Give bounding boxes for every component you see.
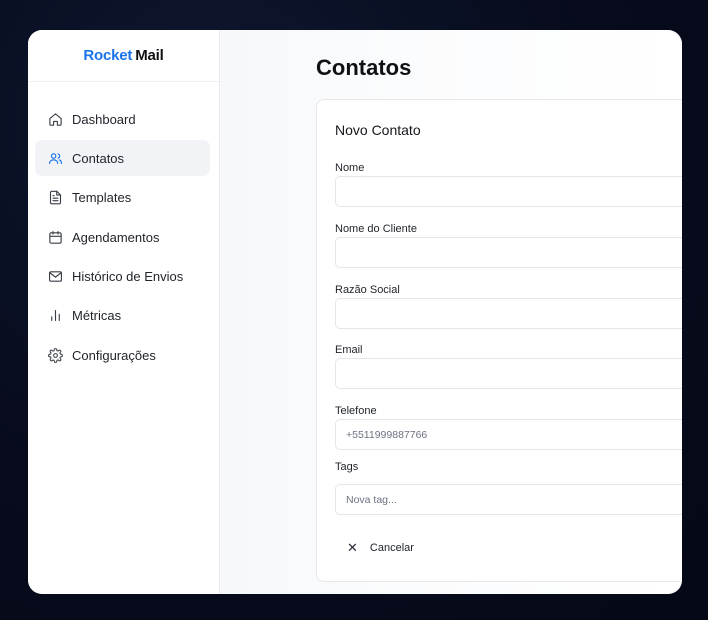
page-title: Contatos xyxy=(316,55,412,80)
sidebar-item-label: Contatos xyxy=(72,150,125,166)
cancel-label: Cancelar xyxy=(369,542,414,554)
sidebar-item-label: Histórico de Envios xyxy=(72,269,184,285)
home-icon xyxy=(47,111,63,127)
company-name-label: Razão Social xyxy=(335,284,400,296)
sidebar-item-label: Métricas xyxy=(72,308,122,324)
email-label: Email xyxy=(335,344,363,356)
sidebar-item-dashboard[interactable]: Dashboard xyxy=(35,101,210,137)
form-title: Novo Contato xyxy=(335,122,421,138)
tags-label: Tags xyxy=(335,461,359,473)
sidebar-item-contatos[interactable]: Contatos xyxy=(35,140,210,177)
users-icon xyxy=(47,150,63,166)
bar-chart-icon xyxy=(47,308,63,324)
brand-name-part2: Mail xyxy=(135,47,164,64)
name-input[interactable] xyxy=(335,176,682,207)
phone-input[interactable]: +5511999887766 xyxy=(335,419,682,450)
sidebar-item-templates[interactable]: Templates xyxy=(35,180,210,216)
sidebar-item-label: Templates xyxy=(72,190,132,206)
sidebar-item-label: Agendamentos xyxy=(72,229,160,245)
close-icon: ✕ xyxy=(347,540,358,555)
brand-logo[interactable]: Rocket Mail xyxy=(28,30,219,82)
main-content: Contatos Novo Contato Nome Nome do Clien… xyxy=(220,30,682,594)
sidebar-item-label: Dashboard xyxy=(72,111,136,127)
sidebar-item-label: Configurações xyxy=(72,347,156,363)
gear-icon xyxy=(47,347,63,363)
brand-name-part1: Rocket xyxy=(83,47,133,64)
client-name-input[interactable] xyxy=(335,237,682,268)
sidebar-item-historico[interactable]: Histórico de Envios xyxy=(35,259,210,295)
sidebar-item-configuracoes[interactable]: Configurações xyxy=(35,337,210,373)
cancel-button[interactable]: ✕ Cancelar xyxy=(335,535,414,561)
sidebar-nav: Dashboard Contatos Templates Agendamento… xyxy=(28,82,219,373)
email-field[interactable] xyxy=(335,358,682,389)
sidebar-item-metricas[interactable]: Métricas xyxy=(35,298,210,334)
file-text-icon xyxy=(47,190,63,206)
calendar-icon xyxy=(47,229,63,245)
tag-input[interactable]: Nova tag... xyxy=(335,484,682,515)
new-contact-form: Novo Contato Nome Nome do Cliente Razão … xyxy=(316,99,682,582)
company-name-input[interactable] xyxy=(335,298,682,329)
mail-icon xyxy=(47,269,63,285)
sidebar-item-agendamentos[interactable]: Agendamentos xyxy=(35,219,210,255)
app-window: Rocket Mail Dashboard Contatos Templates… xyxy=(28,30,682,594)
name-label: Nome xyxy=(335,162,365,174)
phone-label: Telefone xyxy=(335,405,377,417)
sidebar: Rocket Mail Dashboard Contatos Templates… xyxy=(28,30,220,594)
client-name-label: Nome do Cliente xyxy=(335,223,417,235)
